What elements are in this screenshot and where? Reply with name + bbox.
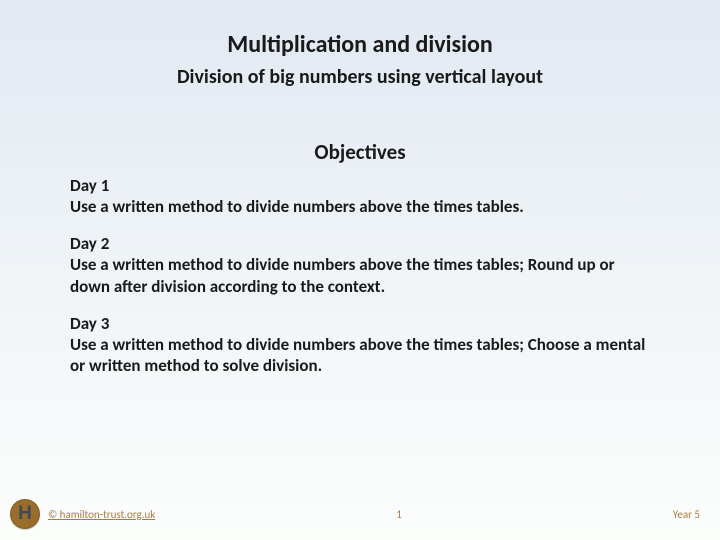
objective-day-1: Day 1 Use a written method to divide num…	[70, 175, 650, 217]
objectives-heading: Objectives	[70, 139, 650, 165]
day-text: Use a written method to divide numbers a…	[70, 334, 650, 377]
day-label: Day 2	[70, 233, 650, 254]
slide-content: Multiplication and division Division of …	[0, 0, 720, 376]
day-label: Day 1	[70, 175, 650, 196]
day-label: Day 3	[70, 313, 650, 334]
objective-day-2: Day 2 Use a written method to divide num…	[70, 233, 650, 297]
objective-day-3: Day 3 Use a written method to divide num…	[70, 313, 650, 377]
copyright-link[interactable]: © hamilton-trust.org.uk	[48, 508, 155, 521]
day-text: Use a written method to divide numbers a…	[70, 254, 650, 297]
page-number: 1	[396, 508, 402, 521]
day-text: Use a written method to divide numbers a…	[70, 196, 650, 217]
page-title: Multiplication and division	[70, 30, 650, 59]
hamilton-logo-icon: H	[10, 499, 40, 529]
year-label: Year 5	[673, 508, 700, 521]
page-subtitle: Division of big numbers using vertical l…	[70, 65, 650, 89]
logo-letter: H	[18, 503, 32, 525]
footer: H © hamilton-trust.org.uk 1 Year 5	[0, 494, 720, 534]
